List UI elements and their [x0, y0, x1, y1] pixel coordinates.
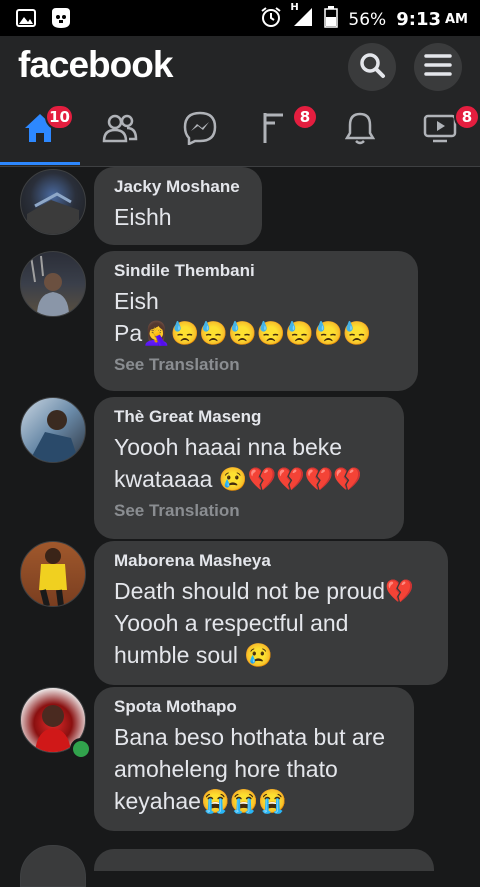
comment-text: Eish Pa🤦‍♀️😓😓😓😓😓😓😓 — [114, 288, 372, 346]
comment-text: Yoooh haaai nna beke kwataaaa 😢💔💔💔💔 — [114, 434, 363, 492]
see-translation-link[interactable]: See Translation — [114, 355, 398, 375]
battery-percentage: 56% — [348, 9, 387, 30]
facebook-logo[interactable]: facebook — [18, 44, 173, 86]
gallery-icon — [16, 8, 36, 32]
hamburger-menu-icon — [424, 53, 452, 81]
comment-author[interactable]: Thè Great Maseng — [114, 407, 384, 427]
active-tab-indicator — [0, 162, 80, 165]
comment-bubble: Spota Mothapo Bana beso hothata but are … — [94, 687, 414, 831]
comment-author[interactable]: Jacky Moshane — [114, 177, 242, 197]
signal-icon: H — [290, 2, 314, 33]
search-button[interactable] — [348, 43, 396, 91]
navigation-tabs: 10 8 8 — [0, 96, 480, 167]
tab-home[interactable]: 10 — [20, 104, 74, 150]
comment-author[interactable]: Sindile Thembani — [114, 261, 398, 281]
comment-text: Eishh — [114, 204, 172, 230]
tab-pages[interactable]: 8 — [256, 104, 318, 150]
comment-bubble — [94, 849, 434, 871]
video-icon — [423, 113, 457, 147]
comment-bubble: Maborena Masheya Death should not be pro… — [94, 541, 448, 685]
battery-icon — [324, 6, 339, 33]
network-type-label: H — [290, 2, 299, 13]
avatar[interactable] — [20, 169, 86, 235]
avatar[interactable] — [20, 397, 86, 463]
watch-badge: 8 — [454, 104, 480, 130]
comment-bubble: Sindile Thembani Eish Pa🤦‍♀️😓😓😓😓😓😓😓 See … — [94, 251, 418, 391]
comment-text: Bana beso hothata but are amoheleng hore… — [114, 724, 386, 814]
clock-time: 9:13 — [396, 9, 441, 30]
bell-icon — [344, 111, 376, 149]
messenger-icon — [183, 111, 217, 149]
tab-messenger[interactable] — [180, 110, 220, 150]
pages-badge: 8 — [292, 104, 318, 130]
avatar[interactable] — [20, 845, 86, 887]
comment-text: Death should not be proud💔 Yoooh a respe… — [114, 578, 414, 668]
comment-author[interactable]: Maborena Masheya — [114, 551, 428, 571]
tab-notifications[interactable] — [340, 110, 380, 150]
status-bar: H 56% 9:13 AM — [0, 0, 480, 36]
comment-bubble: Thè Great Maseng Yoooh haaai nna beke kw… — [94, 397, 404, 539]
home-badge: 10 — [45, 104, 74, 130]
online-status-indicator — [70, 738, 92, 760]
flag-icon — [261, 111, 291, 149]
top-header: facebook — [0, 36, 480, 96]
see-translation-link[interactable]: See Translation — [114, 501, 384, 521]
avatar[interactable] — [20, 251, 86, 317]
comment-bubble: Jacky Moshane Eishh — [94, 167, 262, 245]
tab-friends[interactable] — [100, 110, 140, 150]
avatar[interactable] — [20, 541, 86, 607]
comment-author[interactable]: Spota Mothapo — [114, 697, 394, 717]
app-notification-icon — [50, 6, 72, 34]
friends-icon — [102, 113, 138, 147]
menu-button[interactable] — [414, 43, 462, 91]
tab-watch[interactable]: 8 — [420, 104, 480, 150]
clock-ampm: AM — [445, 12, 468, 27]
alarm-icon — [260, 6, 282, 33]
search-icon — [358, 51, 386, 83]
